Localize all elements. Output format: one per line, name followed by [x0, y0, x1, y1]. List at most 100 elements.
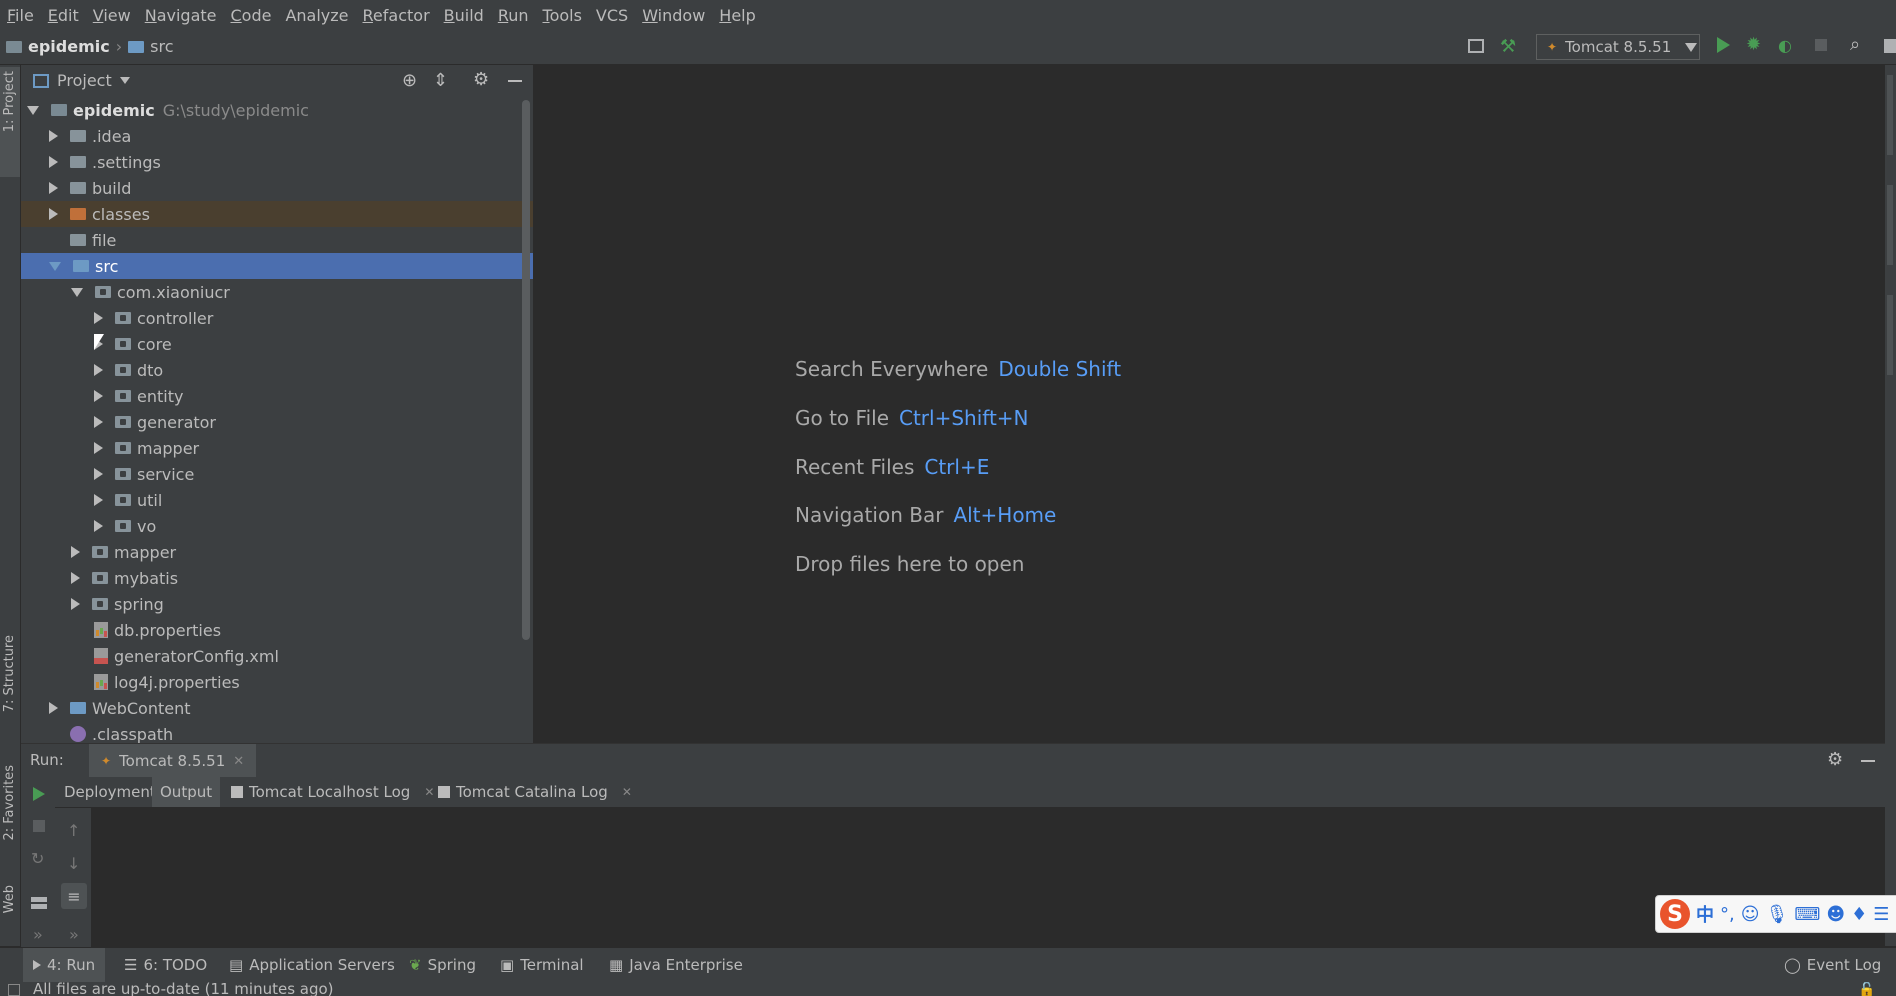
tree-node-entity[interactable]: entity [21, 383, 533, 409]
tree-node-mybatis[interactable]: mybatis [21, 565, 533, 591]
tree-scrollbar[interactable] [522, 100, 530, 640]
arrow-up-icon[interactable]: ↑ [67, 821, 80, 840]
hide-panel-icon[interactable] [508, 80, 522, 82]
tool-todo[interactable]: ☰ 6: TODO [124, 948, 207, 982]
gear-icon[interactable]: ⚙ [1827, 749, 1843, 770]
tool-spring[interactable]: ❦ Spring [409, 948, 476, 982]
menu-help[interactable]: Help [712, 6, 762, 25]
status-toggle-icon[interactable] [8, 984, 20, 996]
menu-analyze[interactable]: Analyze [278, 6, 355, 25]
search-icon[interactable]: ⌕ [1850, 34, 1860, 55]
project-view-dropdown[interactable]: Project [57, 71, 130, 90]
menu-view[interactable]: View [86, 6, 138, 25]
tree-node-webcontent[interactable]: WebContent [21, 695, 533, 721]
tree-node-vo[interactable]: vo [21, 513, 533, 539]
stop-icon[interactable] [33, 820, 45, 832]
panel-divider[interactable] [533, 65, 534, 743]
tree-node-build[interactable]: build [21, 175, 533, 201]
microphone-icon[interactable]: 🎙 [1766, 904, 1789, 925]
expand-more-icon[interactable]: » [69, 925, 79, 944]
ime-punctuation[interactable]: °, [1720, 904, 1735, 925]
run-icon[interactable] [1717, 37, 1730, 53]
ime-toolbar[interactable]: S 中 °, ☺ 🎙 ⌨ ☻ ♦ ☰ [1655, 895, 1896, 933]
right-tool-button[interactable] [1887, 295, 1893, 375]
tab-output[interactable]: Output [152, 777, 221, 807]
rerun-icon[interactable] [33, 787, 45, 801]
tree-node-file[interactable]: file [21, 227, 533, 253]
tree-node-classpath[interactable]: .classpath [21, 721, 533, 743]
close-icon[interactable]: ✕ [233, 754, 244, 769]
tree-node-settings[interactable]: .settings [21, 149, 533, 175]
gear-icon[interactable]: ⚙ [473, 69, 489, 90]
soft-wrap-icon[interactable]: ≡ [61, 883, 87, 909]
menu-navigate[interactable]: Navigate [138, 6, 224, 25]
tool-event-log[interactable]: ◯ Event Log [1784, 948, 1881, 982]
tree-node-generator-config[interactable]: generatorConfig.xml [21, 643, 533, 669]
tool-terminal[interactable]: ▣ Terminal [500, 948, 584, 982]
tree-node-mapper-package[interactable]: mapper [21, 435, 533, 461]
web-tool-button[interactable]: Web [0, 885, 20, 925]
run-config-dropdown[interactable]: ✦ Tomcat 8.5.51 [1536, 34, 1700, 60]
menu-refactor[interactable]: Refactor [356, 6, 437, 25]
collapse-all-icon[interactable]: ⇕ [433, 70, 448, 91]
tree-node-classes[interactable]: classes [21, 201, 533, 227]
tree-node-db-properties[interactable]: db.properties [21, 617, 533, 643]
sogou-logo[interactable]: S [1660, 899, 1690, 929]
breadcrumb-project[interactable]: epidemic [28, 37, 110, 56]
menu-icon[interactable]: ☰ [1873, 904, 1889, 925]
close-icon[interactable]: ✕ [622, 785, 632, 799]
project-tool-button[interactable]: 1: Project [0, 67, 20, 177]
menu-code[interactable]: Code [224, 6, 279, 25]
tab-tomcat-localhost-log[interactable]: Tomcat Localhost Log ✕ [225, 777, 440, 807]
menu-vcs[interactable]: VCS [589, 6, 635, 25]
menu-tools[interactable]: Tools [536, 6, 589, 25]
breadcrumb-folder[interactable]: src [150, 37, 173, 56]
refresh-icon[interactable]: ↻ [31, 849, 44, 868]
tree-node-src[interactable]: src [21, 253, 533, 279]
user-icon[interactable]: ☻ [1826, 904, 1845, 925]
menu-build[interactable]: Build [437, 6, 491, 25]
tree-node-idea[interactable]: .idea [21, 123, 533, 149]
keyboard-icon[interactable]: ⌨ [1794, 904, 1820, 925]
tree-node-service[interactable]: service [21, 461, 533, 487]
build-hammer-icon[interactable]: ⚒ [1500, 36, 1516, 57]
tree-node-log4j[interactable]: log4j.properties [21, 669, 533, 695]
ime-language[interactable]: 中 [1696, 901, 1714, 927]
expand-more-icon[interactable]: » [33, 925, 43, 944]
debug-bug-icon[interactable]: ✹ [1746, 34, 1761, 55]
tool-run[interactable]: 4: Run [23, 948, 106, 982]
structure-tool-button[interactable]: 7: Structure [0, 635, 20, 735]
tree-node-generator[interactable]: generator [21, 409, 533, 435]
layout-icon[interactable] [1884, 39, 1896, 53]
tree-node-controller[interactable]: controller [21, 305, 533, 331]
tab-deployment[interactable]: Deployment [60, 777, 160, 807]
arrow-down-icon[interactable]: ↓ [67, 854, 80, 873]
menu-run[interactable]: Run [491, 6, 536, 25]
right-tool-button[interactable] [1887, 75, 1893, 155]
tree-node-root[interactable]: epidemic G:\study\epidemic [21, 97, 533, 123]
coverage-icon[interactable]: ◐ [1778, 36, 1792, 55]
menu-edit[interactable]: Edit [41, 6, 86, 25]
tree-node-mapper[interactable]: mapper [21, 539, 533, 565]
console-output[interactable] [93, 808, 1885, 947]
editor-empty-area[interactable]: Search Everywhere Double Shift Go to File… [535, 65, 1885, 743]
frame-icon[interactable] [1468, 39, 1484, 53]
run-tab-tomcat[interactable]: ✦ Tomcat 8.5.51 ✕ [89, 744, 257, 778]
locate-target-icon[interactable]: ⊕ [402, 70, 417, 91]
tool-application-servers[interactable]: ▤ Application Servers [229, 948, 395, 982]
tree-node-util[interactable]: util [21, 487, 533, 513]
lock-icon[interactable]: 🔓 [1858, 982, 1875, 996]
right-tool-button[interactable] [1887, 185, 1893, 265]
hide-panel-icon[interactable] [1861, 760, 1875, 762]
stop-icon[interactable] [1815, 39, 1827, 51]
tab-tomcat-catalina-log[interactable]: Tomcat Catalina Log ✕ [432, 777, 638, 807]
skin-icon[interactable]: ♦ [1851, 904, 1867, 925]
menu-window[interactable]: Window [635, 6, 712, 25]
tool-java-enterprise[interactable]: ▦ Java Enterprise [609, 948, 743, 982]
favorites-tool-button[interactable]: 2: Favorites [0, 765, 20, 865]
layout-icon[interactable] [31, 897, 47, 909]
tree-node-dto[interactable]: dto [21, 357, 533, 383]
emoji-icon[interactable]: ☺ [1741, 904, 1760, 925]
menu-file[interactable]: File [0, 6, 41, 25]
tree-node-package[interactable]: com.xiaoniucr [21, 279, 533, 305]
